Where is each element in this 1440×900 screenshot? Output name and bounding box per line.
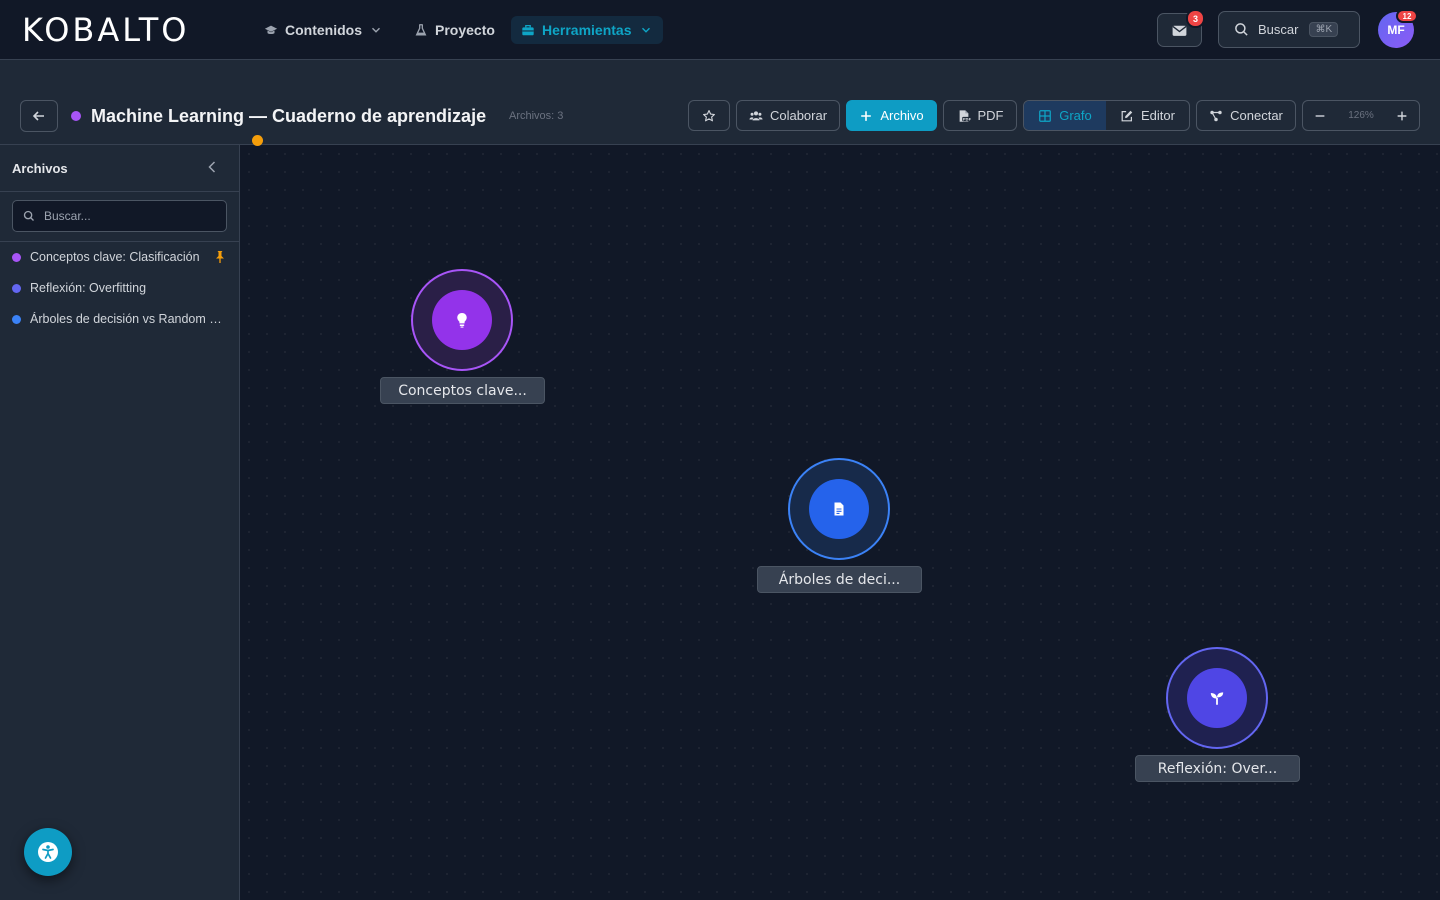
collapse-sidebar-icon[interactable] [204, 159, 220, 175]
notebook-header: Machine Learning — Cuaderno de aprendiza… [0, 60, 1440, 145]
envelope-icon [1172, 25, 1187, 36]
node-ring [411, 269, 513, 371]
node-core [432, 290, 492, 350]
zoom-in-button[interactable] [1395, 109, 1409, 123]
lightbulb-icon [457, 313, 467, 328]
grid-icon [1039, 109, 1052, 122]
file-item-arboles[interactable]: Árboles de decisión vs Random Forest [0, 304, 239, 334]
messages-count-badge: 3 [1186, 9, 1205, 28]
node-ring [1166, 647, 1268, 749]
node-label: Árboles de deci... [757, 566, 922, 593]
chevron-down-icon [372, 27, 380, 33]
chevron-down-icon [641, 27, 650, 33]
pdf-file-icon: PDF [959, 109, 971, 122]
file-item-label: Árboles de decisión vs Random Forest [30, 312, 227, 326]
notebook-color-dot [71, 111, 81, 121]
collaborate-label: Colaborar [769, 108, 828, 123]
star-icon [703, 109, 715, 121]
nav-proyecto-label: Proyecto [435, 22, 495, 38]
svg-text:PDF: PDF [962, 117, 970, 121]
messages-button[interactable]: 3 [1157, 9, 1205, 47]
node-label: Reflexión: Over... [1135, 755, 1300, 782]
search-shortcut-hint: ⌘K [1309, 22, 1339, 37]
notification-count-badge: 12 [1396, 9, 1418, 23]
graph-node-conceptos[interactable]: Conceptos clave... [252, 135, 545, 405]
zoom-out-button[interactable] [1313, 109, 1327, 123]
toolbox-icon [522, 24, 534, 36]
nav-herramientas-label: Herramientas [542, 22, 632, 38]
graph-view-button[interactable]: Grafo [1024, 101, 1106, 130]
graph-view-label: Grafo [1059, 108, 1092, 123]
arrow-left-icon [32, 111, 44, 121]
zoom-level: 126% [1348, 110, 1374, 121]
accessibility-button[interactable] [24, 828, 72, 876]
view-mode-toggle: Grafo Editor [1023, 100, 1190, 131]
file-item-label: Conceptos clave: Clasificación [30, 250, 200, 264]
connect-label: Conectar [1230, 108, 1283, 123]
global-search-button[interactable]: Buscar ⌘K [1218, 11, 1360, 48]
node-core [809, 479, 869, 539]
export-pdf-label: PDF [977, 108, 1004, 123]
search-icon [1235, 23, 1248, 36]
file-count: Archivos: 3 [509, 110, 564, 122]
export-pdf-button[interactable]: PDF PDF [943, 100, 1017, 131]
files-sidebar: Archivos Conceptos clave: Clasificación … [0, 145, 240, 900]
node-label: Conceptos clave... [380, 377, 545, 404]
file-item-reflexion[interactable]: Reflexión: Overfitting [0, 273, 239, 303]
nav-contenidos[interactable]: Contenidos [254, 16, 393, 44]
file-color-dot [12, 314, 21, 324]
app-logo[interactable]: KOBALTO [22, 11, 189, 49]
avatar-initials: MF [1387, 23, 1405, 37]
sidebar-search[interactable] [12, 200, 227, 232]
add-file-label: Archivo [880, 108, 924, 123]
page-title: Machine Learning — Cuaderno de aprendiza… [91, 106, 487, 126]
file-item-conceptos[interactable]: Conceptos clave: Clasificación [0, 242, 239, 272]
user-avatar[interactable]: MF 12 [1378, 9, 1418, 48]
accessibility-icon [38, 842, 58, 862]
back-button[interactable] [20, 100, 58, 132]
graduation-cap-icon [264, 25, 278, 35]
nav-herramientas[interactable]: Herramientas [511, 16, 663, 44]
file-color-dot [12, 252, 21, 262]
nav-proyecto[interactable]: Proyecto [404, 16, 505, 44]
node-ring [788, 458, 890, 560]
edit-icon [1121, 110, 1133, 121]
add-file-button[interactable]: Archivo [846, 100, 937, 131]
graph-node-arboles[interactable]: Árboles de deci... [757, 458, 922, 594]
editor-view-button[interactable]: Editor [1106, 101, 1189, 130]
connect-button[interactable]: Conectar [1196, 100, 1296, 131]
global-search-label: Buscar [1258, 22, 1299, 37]
plus-icon [861, 110, 872, 121]
graph-canvas[interactable]: Conceptos clave... Árboles de deci... Re… [240, 135, 1440, 900]
sidebar-search-input[interactable] [44, 209, 214, 223]
nav-contenidos-label: Contenidos [285, 22, 362, 38]
editor-view-label: Editor [1141, 108, 1175, 123]
favorite-button[interactable] [688, 100, 730, 131]
sprout-icon [1210, 692, 1224, 705]
node-core [1187, 668, 1247, 728]
document-icon [834, 502, 844, 516]
connect-nodes-icon [1210, 110, 1222, 121]
file-color-dot [12, 283, 21, 293]
collaborate-button[interactable]: Colaborar [736, 100, 840, 131]
flag-dot [252, 135, 263, 146]
pin-icon [216, 251, 224, 263]
sidebar-divider [0, 191, 239, 192]
top-navbar: KOBALTO Contenidos Proyecto Herramientas… [0, 0, 1440, 60]
sidebar-title: Archivos [12, 161, 68, 176]
file-item-label: Reflexión: Overfitting [30, 281, 147, 295]
zoom-control: 126% [1302, 100, 1420, 131]
graph-node-reflexion[interactable]: Reflexión: Over... [1135, 647, 1300, 783]
search-icon [23, 210, 34, 221]
users-icon [749, 110, 763, 120]
flask-icon [415, 24, 427, 36]
